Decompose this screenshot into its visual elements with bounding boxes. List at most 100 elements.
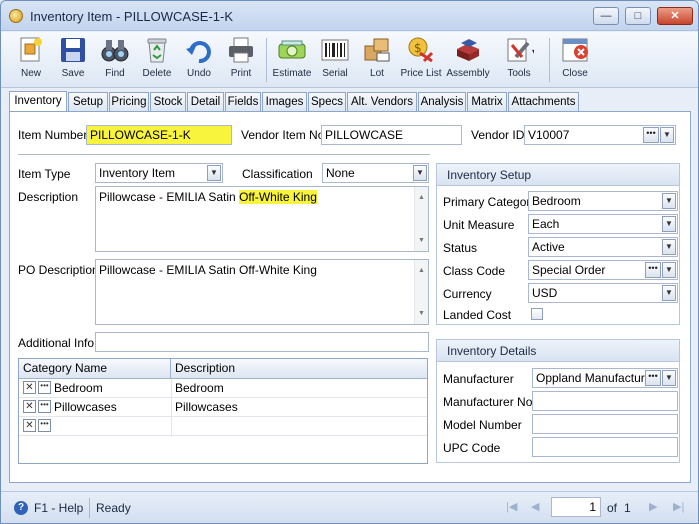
item-number-field[interactable]: PILLOWCASE-1-K <box>86 125 232 145</box>
header-separator <box>18 154 430 155</box>
status-label: Status <box>443 241 478 255</box>
category-description-cell[interactable]: Pillowcases <box>175 398 238 417</box>
barcode-icon <box>320 35 350 65</box>
previous-record-icon[interactable]: ◀ <box>531 500 539 513</box>
po-description-textarea[interactable]: Pillowcase - EMILIA Satin Off-White King… <box>95 259 429 325</box>
tab-detail[interactable]: Detail <box>187 92 224 111</box>
po-description-scrollbar[interactable]: ▲ ▼ <box>414 260 428 324</box>
po-description-text: Pillowcase - EMILIA Satin Off-White King <box>99 263 317 277</box>
primary-category-dropdown-button[interactable]: ▼ <box>662 193 676 209</box>
row-lookup-button[interactable]: ••• <box>38 419 51 432</box>
vendor-id-dropdown-button[interactable]: ▼ <box>660 127 674 143</box>
item-type-value: Inventory Item <box>99 166 176 180</box>
title-bar: Inventory Item - PILLOWCASE-1-K — □ ✕ <box>1 1 698 31</box>
tab-specs[interactable]: Specs <box>308 92 346 111</box>
page-total: 1 <box>624 501 631 515</box>
classification-dropdown-button[interactable]: ▼ <box>413 165 427 181</box>
manufacturer-dropdown-button[interactable]: ▼ <box>662 370 676 386</box>
grid-column-divider <box>171 379 172 437</box>
item-type-dropdown-button[interactable]: ▼ <box>207 165 221 181</box>
description-scrollbar[interactable]: ▲ ▼ <box>414 187 428 251</box>
upc-code-field[interactable] <box>532 437 678 457</box>
class-code-select[interactable]: Special Order ••• ▼ <box>528 260 678 280</box>
tab-inventory[interactable]: Inventory <box>9 91 67 112</box>
manufacturer-field[interactable]: Oppland Manufacturing ••• ▼ <box>532 368 678 388</box>
status-dropdown-button[interactable]: ▼ <box>662 239 676 255</box>
tab-analysis[interactable]: Analysis <box>418 92 466 111</box>
vendor-item-no-field[interactable]: PILLOWCASE <box>321 125 462 145</box>
tab-stock[interactable]: Stock <box>150 92 186 111</box>
last-record-icon[interactable]: ▶| <box>673 500 684 513</box>
print-button[interactable]: Print <box>223 34 259 86</box>
manufacturer-lookup-button[interactable]: ••• <box>645 370 661 386</box>
tab-alt-vendors[interactable]: Alt. Vendors <box>347 92 417 111</box>
manufacturer-no-field[interactable] <box>532 391 678 411</box>
tools-button[interactable]: ▾ Tools <box>497 34 541 86</box>
grid-header-category-name[interactable]: Category Name <box>19 359 171 379</box>
tab-setup[interactable]: Setup <box>68 92 108 111</box>
item-type-select[interactable]: Inventory Item ▼ <box>95 163 223 183</box>
additional-info-label: Additional Info <box>18 336 95 350</box>
landed-cost-checkbox[interactable] <box>531 308 543 320</box>
table-row-new[interactable]: ✕ ••• <box>19 417 427 436</box>
vendor-id-field[interactable]: V10007 ••• ▼ <box>524 125 676 145</box>
unit-measure-dropdown-button[interactable]: ▼ <box>662 216 676 232</box>
manufacturer-no-label: Manufacturer No <box>443 395 533 409</box>
maximize-button[interactable]: □ <box>625 7 651 25</box>
category-description-cell[interactable]: Bedroom <box>175 379 224 398</box>
lot-boxes-icon <box>362 35 392 65</box>
delete-button[interactable]: Delete <box>139 34 175 86</box>
table-row[interactable]: ✕ ••• Pillowcases Pillowcases <box>19 398 427 417</box>
additional-info-field[interactable] <box>95 332 429 352</box>
undo-icon <box>184 35 214 65</box>
class-code-lookup-button[interactable]: ••• <box>645 262 661 278</box>
estimate-button[interactable]: Estimate <box>271 34 313 86</box>
currency-dropdown-button[interactable]: ▼ <box>662 285 676 301</box>
inventory-setup-title: Inventory Setup <box>437 164 679 186</box>
inventory-details-title: Inventory Details <box>437 340 679 362</box>
lot-button[interactable]: Lot <box>359 34 395 86</box>
remove-row-icon[interactable]: ✕ <box>23 419 36 432</box>
help-shortcut[interactable]: F1 - Help <box>34 501 83 515</box>
remove-row-icon[interactable]: ✕ <box>23 381 36 394</box>
next-record-icon[interactable]: ▶ <box>649 500 657 513</box>
close-window-button[interactable]: ✕ <box>657 7 693 25</box>
unit-measure-select[interactable]: Each ▼ <box>528 214 678 234</box>
row-lookup-button[interactable]: ••• <box>38 400 51 413</box>
first-record-icon[interactable]: |◀ <box>506 500 517 513</box>
serial-button[interactable]: Serial <box>317 34 353 86</box>
tab-images[interactable]: Images <box>262 92 307 111</box>
description-textarea[interactable]: Pillowcase - EMILIA Satin Off-White King… <box>95 186 429 252</box>
status-select[interactable]: Active ▼ <box>528 237 678 257</box>
price-list-button[interactable]: $ Price List <box>399 34 443 86</box>
inventory-tab-panel: Item Number PILLOWCASE-1-K Vendor Item N… <box>9 111 691 483</box>
vendor-id-lookup-button[interactable]: ••• <box>643 127 659 143</box>
tab-pricing[interactable]: Pricing <box>109 92 149 111</box>
minimize-button[interactable]: — <box>593 7 619 25</box>
row-lookup-button[interactable]: ••• <box>38 381 51 394</box>
new-button[interactable]: New <box>13 34 49 86</box>
help-icon[interactable]: ? <box>14 501 28 515</box>
undo-button[interactable]: Undo <box>181 34 217 86</box>
save-button[interactable]: Save <box>55 34 91 86</box>
category-grid: Category Name Description ✕ ••• Bedroom … <box>18 358 428 464</box>
remove-row-icon[interactable]: ✕ <box>23 400 36 413</box>
page-of-label: of <box>607 501 618 515</box>
model-number-field[interactable] <box>532 414 678 434</box>
category-name-cell[interactable]: Pillowcases <box>54 398 117 417</box>
category-name-cell[interactable]: Bedroom <box>54 379 103 398</box>
grid-header-description[interactable]: Description <box>171 359 427 379</box>
primary-category-select[interactable]: Bedroom ▼ <box>528 191 678 211</box>
classification-select[interactable]: None ▼ <box>322 163 429 183</box>
model-number-label: Model Number <box>443 418 522 432</box>
tab-fields[interactable]: Fields <box>225 92 261 111</box>
table-row[interactable]: ✕ ••• Bedroom Bedroom <box>19 379 427 398</box>
tab-matrix[interactable]: Matrix <box>467 92 507 111</box>
page-number-input[interactable]: 1 <box>551 497 601 517</box>
assembly-button[interactable]: Assembly <box>445 34 491 86</box>
currency-select[interactable]: USD ▼ <box>528 283 678 303</box>
tab-attachments[interactable]: Attachments <box>508 92 579 111</box>
find-button[interactable]: Find <box>97 34 133 86</box>
close-button[interactable]: Close <box>557 34 593 86</box>
class-code-dropdown-button[interactable]: ▼ <box>662 262 676 278</box>
